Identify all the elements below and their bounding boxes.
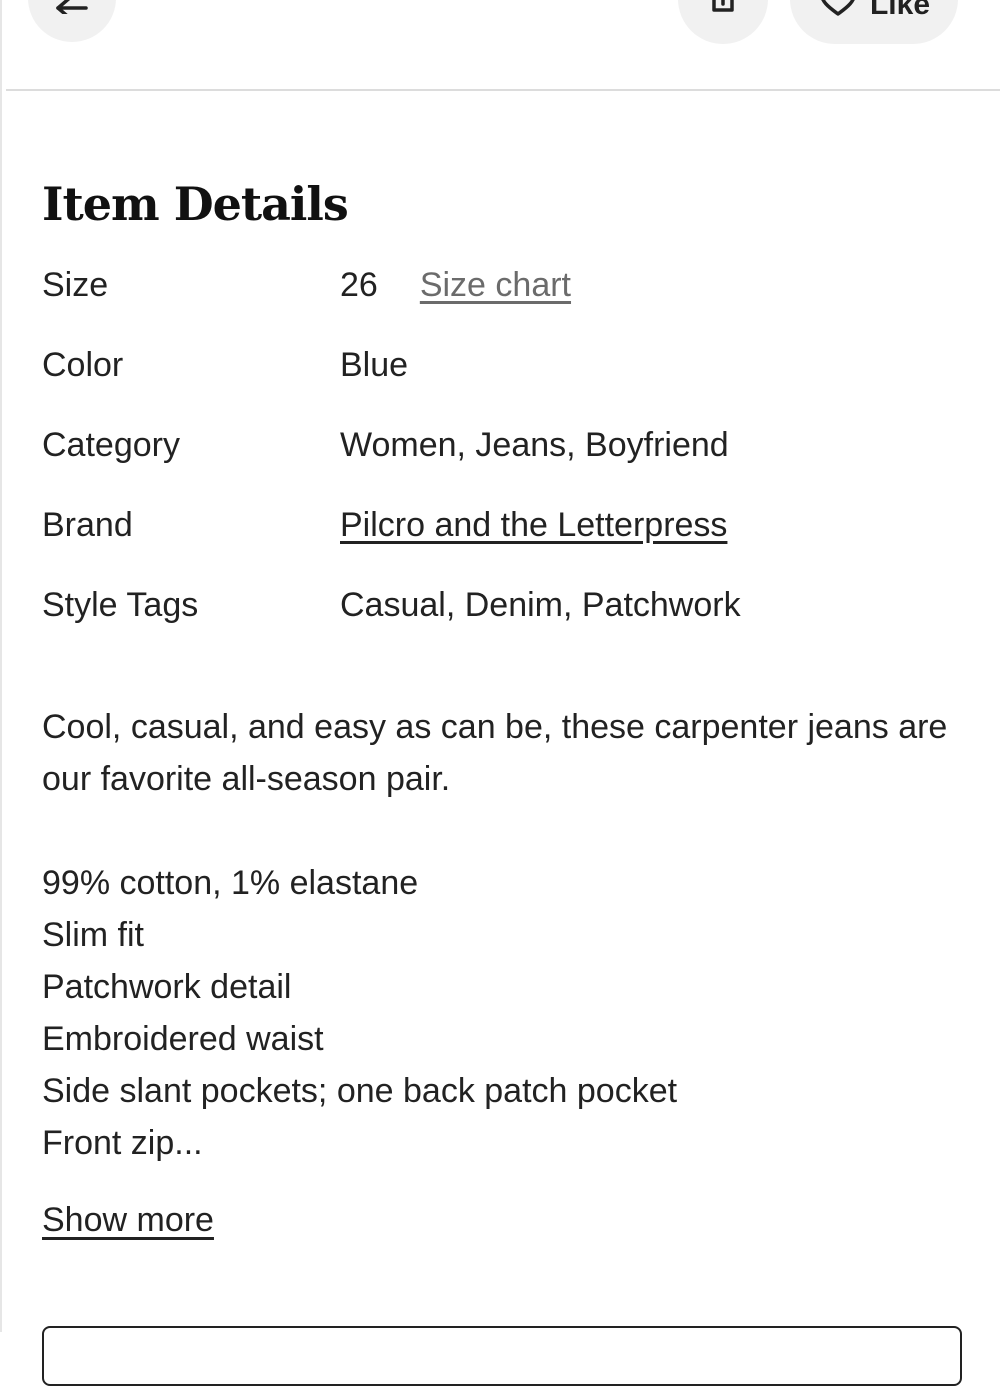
list-item: Side slant pockets; one back patch pocke… [42,1072,678,1110]
list-item: Patchwork detail [42,968,292,1006]
like-label: Like [869,0,931,21]
category-label: Category [42,426,180,464]
detail-row-brand: Brand Pilcro and the Letterpress [42,496,962,576]
detail-row-style-tags: Style Tags Casual, Denim, Patchwork [42,576,962,656]
detail-row-color: Color Blue [42,336,962,416]
description-list: 99% cotton, 1% elastane Slim fit Patchwo… [42,857,962,1169]
arrow-left-icon [56,0,88,14]
category-value: Women, Jeans, Boyfriend [340,426,729,464]
top-action-bar: Like [2,0,1000,91]
size-value-group: 26 Size chart [340,256,571,314]
like-button[interactable]: Like [790,0,958,44]
back-button[interactable] [28,0,116,42]
list-item: Slim fit [42,916,144,954]
item-description: Cool, casual, and easy as can be, these … [42,701,962,1169]
size-label: Size [42,266,109,304]
item-details-table: Size 26 Size chart Color Blue Category W… [42,256,962,656]
brand-label: Brand [42,506,133,544]
show-more-link[interactable]: Show more [42,1194,214,1246]
detail-row-size: Size 26 Size chart [42,256,962,336]
header-divider [6,89,1000,91]
brand-link[interactable]: Pilcro and the Letterpress [340,496,727,554]
list-item: Front zip... [42,1124,203,1162]
share-button[interactable] [678,0,768,44]
item-details-title: Item Details [42,177,349,231]
item-page: Like Item Details Size 26 Size chart Col… [0,0,1000,1386]
style-tags-label: Style Tags [42,586,199,624]
heart-icon [821,0,855,16]
brand-value-group: Pilcro and the Letterpress [340,496,727,554]
share-icon [712,0,734,12]
list-item: Embroidered waist [42,1020,324,1058]
size-chart-link[interactable]: Size chart [420,256,571,314]
size-value: 26 [340,266,378,304]
color-value: Blue [340,346,409,384]
bottom-action-button[interactable] [42,1326,962,1386]
description-intro: Cool, casual, and easy as can be, these … [42,708,948,798]
style-tags-value: Casual, Denim, Patchwork [340,586,741,624]
color-label: Color [42,346,124,384]
detail-row-category: Category Women, Jeans, Boyfriend [42,416,962,496]
list-item: 99% cotton, 1% elastane [42,864,419,902]
